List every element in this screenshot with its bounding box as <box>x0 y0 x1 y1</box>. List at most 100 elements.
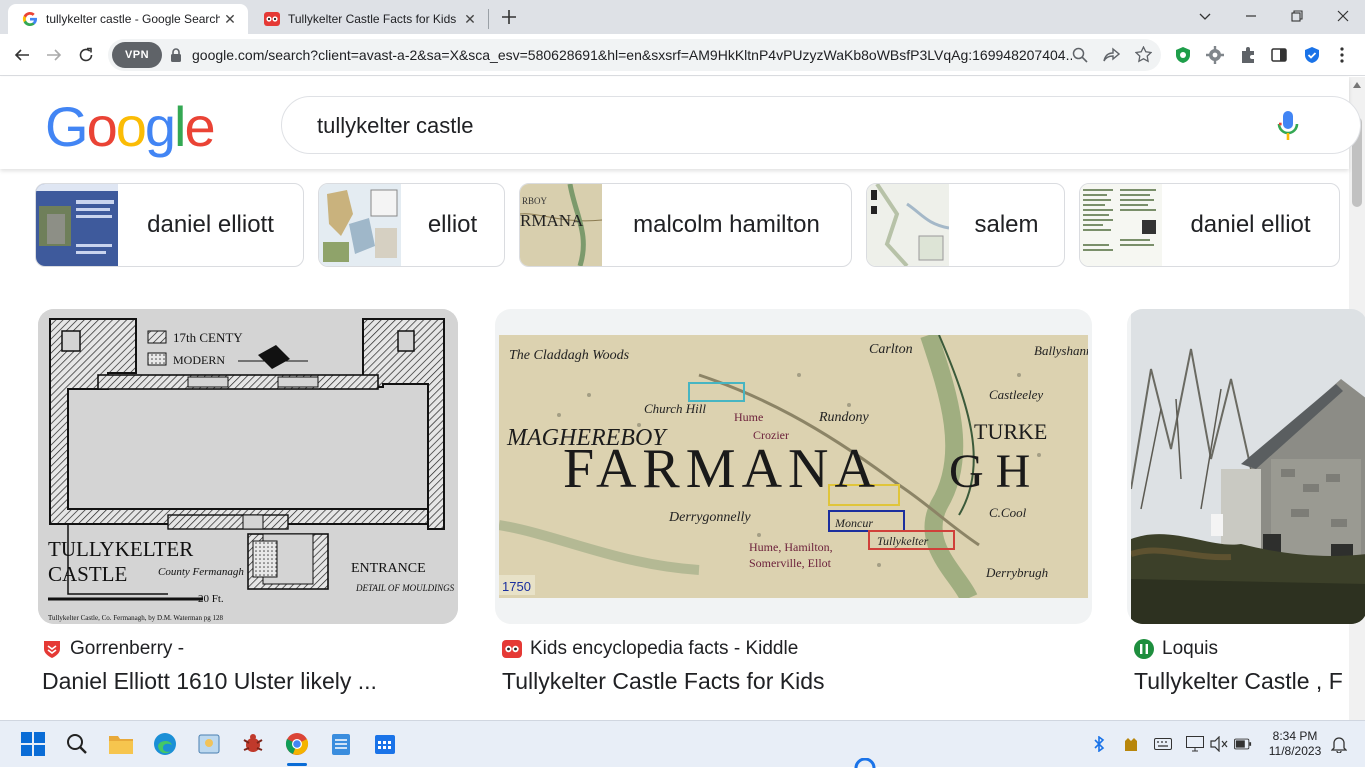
related-chip[interactable]: daniel elliot <box>1079 183 1340 267</box>
share-icon[interactable] <box>1103 47 1120 63</box>
arrow-right-icon <box>47 49 62 61</box>
result-source[interactable]: Loquis <box>1134 638 1218 660</box>
map-place: Hume <box>734 410 763 424</box>
taskbar-app[interactable] <box>196 731 222 757</box>
google-logo[interactable]: Google <box>45 95 216 159</box>
microphone-icon[interactable] <box>1277 110 1299 142</box>
bug-app-icon <box>243 734 263 752</box>
result-source[interactable]: Kids encyclopedia facts - Kiddle <box>502 638 798 660</box>
minimize-button[interactable] <box>1228 0 1274 32</box>
google-g-icon <box>22 12 37 26</box>
result-image-photo[interactable] <box>1127 309 1365 624</box>
scroll-up-icon[interactable] <box>1353 82 1361 88</box>
security-extension-icon[interactable] <box>1303 46 1321 64</box>
minimize-icon <box>1246 15 1256 17</box>
taskbar-app[interactable] <box>240 731 266 757</box>
extensions-puzzle-icon[interactable] <box>1239 46 1257 64</box>
side-panel-icon[interactable] <box>1271 47 1287 63</box>
search-header: Google tullykelter castle <box>0 77 1361 169</box>
keyboard-icon[interactable] <box>1154 735 1172 753</box>
plan-title-line1: TULLYKELTER <box>48 537 193 561</box>
close-window-button[interactable] <box>1320 0 1365 32</box>
search-input[interactable]: tullykelter castle <box>281 96 1361 154</box>
more-menu-icon[interactable] <box>1340 47 1344 63</box>
clock-date: 11/8/2023 <box>1268 744 1322 758</box>
notifications-bell-icon[interactable] <box>1330 735 1348 753</box>
related-chip[interactable]: salem <box>866 183 1065 267</box>
taskbar-search-button[interactable] <box>64 731 90 757</box>
taskbar-notepad[interactable] <box>328 731 354 757</box>
extension-shield-icon[interactable] <box>1174 46 1192 64</box>
bluetooth-icon[interactable] <box>1090 735 1108 753</box>
restore-button[interactable] <box>1274 0 1320 32</box>
related-chip[interactable]: elliot <box>318 183 505 267</box>
related-chip[interactable]: RBOY RMANA malcolm hamilton <box>519 183 852 267</box>
bookmark-star-icon[interactable] <box>1135 46 1152 63</box>
logo-letter: e <box>184 95 215 158</box>
taskbar-clock[interactable]: 8:34 PM 11/8/2023 <box>1262 729 1328 759</box>
vpn-badge[interactable]: VPN <box>112 42 162 68</box>
tab-google-search[interactable]: tullykelter castle - Google Search ✕ <box>8 4 248 34</box>
address-bar[interactable]: VPN google.com/search?client=avast-a-2&s… <box>108 39 1161 71</box>
windows-taskbar: 8:34 PM 11/8/2023 <box>0 720 1365 768</box>
result-title[interactable]: Tullykelter Castle , F <box>1134 668 1349 695</box>
legend-modern: MODERN <box>173 353 225 367</box>
map-place: Church Hill <box>644 401 706 416</box>
crest-shield-icon <box>44 641 60 658</box>
logo-letter: g <box>144 95 176 158</box>
lock-icon[interactable] <box>170 48 182 62</box>
search-query: tullykelter castle <box>317 113 474 138</box>
taskbar-edge[interactable] <box>152 731 178 757</box>
tab-kiddle[interactable]: Tullykelter Castle Facts for Kids ✕ <box>250 4 488 34</box>
start-button[interactable] <box>20 731 46 757</box>
back-button[interactable] <box>6 39 38 71</box>
church-photo <box>1131 309 1365 624</box>
historic-map: The Claddagh Woods Church Hill Hume Croz… <box>499 335 1088 598</box>
tab-title: Tullykelter Castle Facts for Kids <box>288 12 457 26</box>
taskbar-calendar[interactable] <box>372 731 398 757</box>
chrome-icon <box>285 733 309 755</box>
network-icon[interactable] <box>1186 735 1204 753</box>
plan-entrance: ENTRANCE <box>351 561 426 576</box>
plus-icon <box>502 10 516 24</box>
logo-letter: G <box>45 95 89 158</box>
forward-button[interactable] <box>38 39 70 71</box>
chip-label: elliot <box>427 211 478 238</box>
result-image-floor-plan[interactable]: 17th CENTY MODERN TULLYKELTER CASTLE Cou… <box>38 309 458 624</box>
chip-label: malcolm hamilton <box>633 211 820 238</box>
battery-icon[interactable] <box>1234 735 1252 753</box>
map-place: Somerville, Ellot <box>749 556 832 570</box>
tab-strip: tullykelter castle - Google Search ✕ Tul… <box>0 0 1365 34</box>
restore-icon <box>1291 10 1303 22</box>
volume-muted-icon[interactable] <box>1210 735 1228 753</box>
result-title[interactable]: Tullykelter Castle Facts for Kids <box>502 668 1082 695</box>
plan-title-line2: CASTLE <box>48 562 127 586</box>
tray-app-icon[interactable] <box>1122 735 1140 753</box>
chip-label: salem <box>974 211 1039 238</box>
close-tab-icon[interactable]: ✕ <box>220 9 240 29</box>
taskbar-file-explorer[interactable] <box>108 731 134 757</box>
result-source[interactable]: Gorrenberry - <box>42 638 184 660</box>
extension-gear-icon[interactable] <box>1206 46 1224 64</box>
map-place: Moncur <box>834 516 873 530</box>
chip-thumbnail <box>1080 184 1162 266</box>
result-title[interactable]: Daniel Elliott 1610 Ulster likely ... <box>42 668 462 695</box>
result-image-map[interactable]: The Claddagh Woods Church Hill Hume Croz… <box>495 309 1092 624</box>
map-letters: G H <box>949 445 1030 498</box>
close-icon <box>1337 10 1349 22</box>
chip-thumbnail <box>319 184 401 266</box>
svg-text:RMANA: RMANA <box>520 211 584 230</box>
reload-button[interactable] <box>70 39 102 71</box>
browser-toolbar: VPN google.com/search?client=avast-a-2&s… <box>0 34 1365 76</box>
related-chip[interactable]: daniel elliott <box>35 183 304 267</box>
logo-letter: o <box>115 95 147 158</box>
new-tab-button[interactable] <box>493 1 525 33</box>
url-text: google.com/search?client=avast-a-2&sa=X&… <box>192 47 1072 63</box>
chip-thumbnail <box>36 184 118 266</box>
taskbar-chrome[interactable] <box>284 731 310 757</box>
tab-search-button[interactable] <box>1182 0 1228 32</box>
close-tab-icon[interactable]: ✕ <box>460 9 480 29</box>
zoom-icon[interactable] <box>1072 47 1088 63</box>
reload-icon <box>79 47 93 62</box>
chip-thumbnail: RBOY RMANA <box>520 184 602 266</box>
